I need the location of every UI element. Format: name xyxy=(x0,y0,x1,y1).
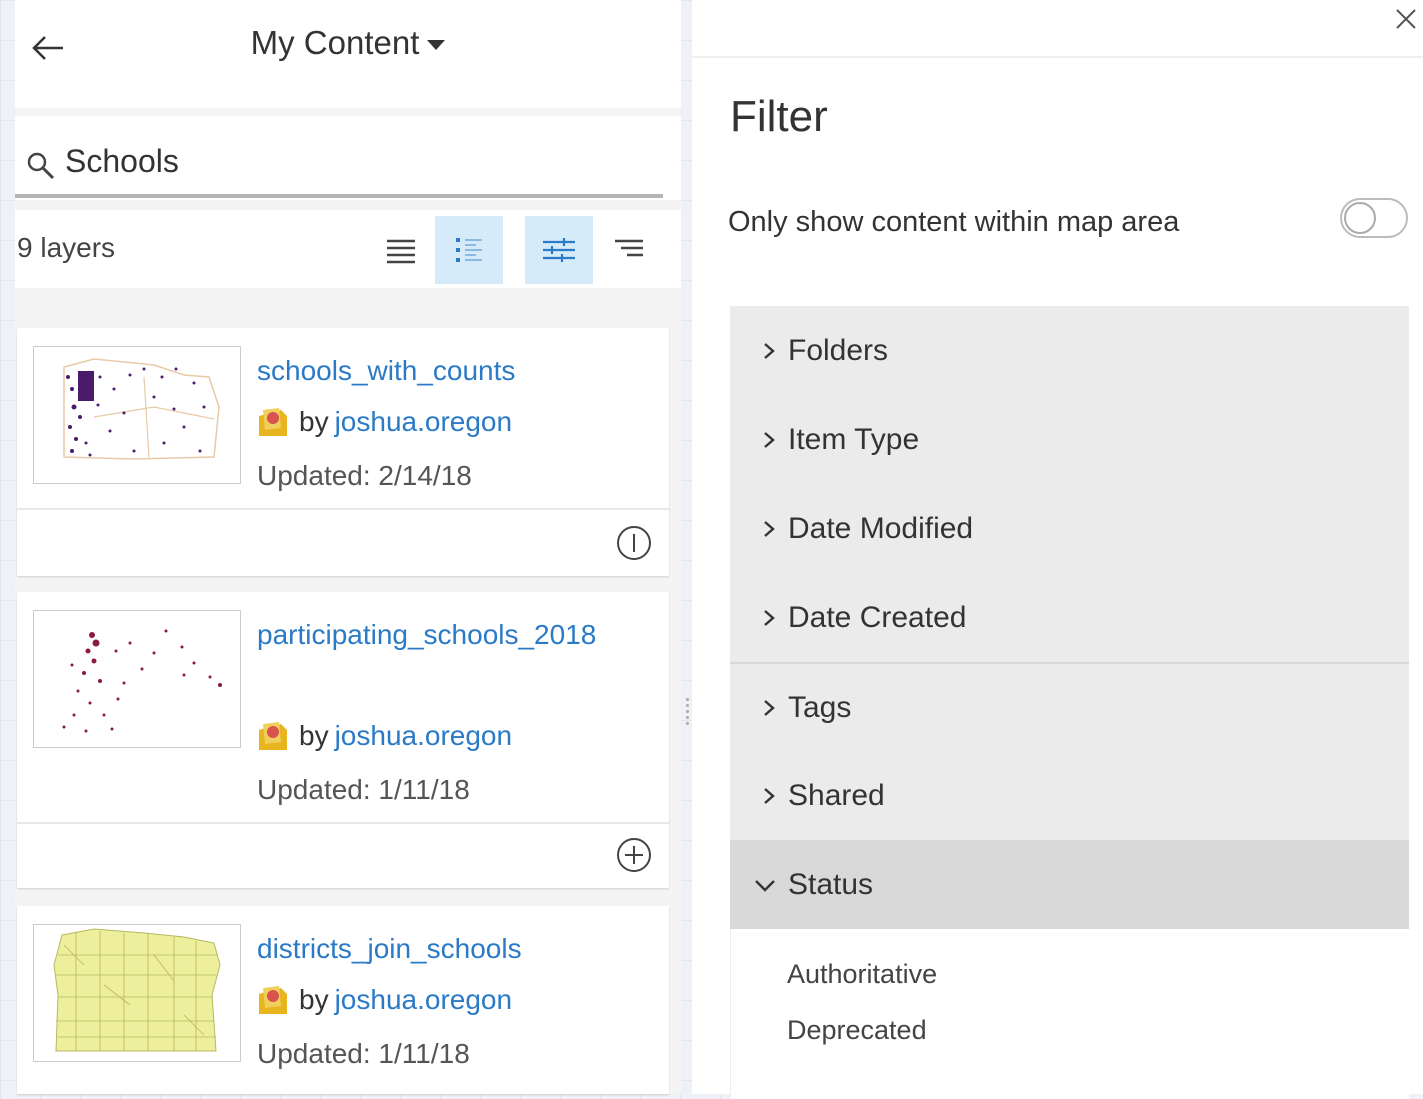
chevron-right-icon xyxy=(764,342,775,359)
search-underline xyxy=(15,194,663,198)
panel-header: My Content xyxy=(15,0,681,108)
owner-link[interactable]: joshua.oregon xyxy=(335,720,512,752)
status-option-authoritative[interactable]: Authoritative xyxy=(787,959,937,990)
item-updated-date: Updated: 1/11/18 xyxy=(257,1038,470,1069)
info-icon xyxy=(617,526,651,560)
chevron-right-icon xyxy=(764,609,775,626)
sort-button[interactable] xyxy=(595,216,663,284)
sliders-icon xyxy=(543,238,575,262)
filter-panel: Filter Only show content within map area… xyxy=(692,0,1423,1099)
bulleted-list-icon xyxy=(456,238,482,262)
filter-panel-topbar xyxy=(692,0,1423,58)
my-content-dropdown[interactable]: My Content xyxy=(15,24,681,62)
chevron-right-icon xyxy=(764,699,775,716)
list-icon xyxy=(387,239,415,264)
filter-section-tags[interactable]: Tags xyxy=(730,662,1409,751)
status-option-deprecated[interactable]: Deprecated xyxy=(787,1015,927,1046)
layer-count: 9 layers xyxy=(17,232,116,263)
toggle-knob xyxy=(1344,202,1376,234)
section-label: Shared xyxy=(788,778,885,812)
section-label: Status xyxy=(788,867,874,901)
card-footer xyxy=(17,508,669,578)
map-area-toggle[interactable] xyxy=(1340,198,1408,238)
filter-title: Filter xyxy=(730,92,828,141)
item-thumbnail-map xyxy=(33,610,241,748)
item-owner: by joshua.oregon xyxy=(257,720,512,752)
oregon-districts-map-image xyxy=(53,928,221,1052)
owner-link[interactable]: joshua.oregon xyxy=(335,984,512,1016)
search-input[interactable] xyxy=(63,138,657,184)
participating-schools-map-image xyxy=(62,629,222,733)
close-button[interactable] xyxy=(1391,4,1421,34)
section-label: Date Created xyxy=(788,600,967,634)
item-thumbnail-map xyxy=(33,346,241,484)
item-updated-date: Updated: 1/11/18 xyxy=(257,774,470,805)
filter-accordion: Folders Item Type Date Modified Date Cre… xyxy=(730,306,1409,1099)
item-thumbnail-map xyxy=(33,924,241,1062)
owner-prefix: by xyxy=(299,406,329,437)
status-options: Authoritative Deprecated xyxy=(730,929,1409,1099)
add-icon xyxy=(617,838,651,872)
feature-layer-icon xyxy=(259,722,287,750)
filter-section-shared[interactable]: Shared xyxy=(730,751,1409,840)
detail-list-button[interactable] xyxy=(435,216,503,284)
compact-list-button[interactable] xyxy=(367,216,435,284)
owner-link[interactable]: joshua.oregon xyxy=(335,406,512,438)
chevron-right-icon xyxy=(764,787,775,804)
list-toolbar: 9 layers xyxy=(15,210,681,288)
card-footer xyxy=(17,822,669,890)
panel-title: My Content xyxy=(250,24,420,61)
my-content-panel: My Content 9 layers xyxy=(15,0,681,1094)
filter-section-folders[interactable]: Folders xyxy=(730,306,1409,395)
filter-section-item-type[interactable]: Item Type xyxy=(730,395,1409,484)
filter-section-date-created[interactable]: Date Created xyxy=(730,573,1409,662)
panel-resize-handle[interactable] xyxy=(683,695,691,737)
filter-section-date-modified[interactable]: Date Modified xyxy=(730,484,1409,573)
item-title-link[interactable]: schools_with_counts xyxy=(257,348,637,394)
item-title-link[interactable]: districts_join_schools xyxy=(257,926,637,972)
content-item-card[interactable]: schools_with_counts by joshua.oregon Upd… xyxy=(17,328,669,576)
content-item-card[interactable]: districts_join_schools by joshua.oregon … xyxy=(17,906,669,1094)
chevron-right-icon xyxy=(764,520,775,537)
search-bar xyxy=(15,116,681,200)
close-icon xyxy=(1396,9,1416,29)
map-area-toggle-label: Only show content within map area xyxy=(728,206,1180,238)
item-updated-date: Updated: 2/14/18 xyxy=(257,460,472,491)
chevron-right-icon xyxy=(764,431,775,448)
content-item-card[interactable]: participating_schools_2018 by joshua.ore… xyxy=(17,592,669,888)
section-label: Item Type xyxy=(788,422,920,456)
owner-prefix: by xyxy=(299,984,329,1015)
filter-section-status[interactable]: Status xyxy=(730,840,1409,929)
owner-prefix: by xyxy=(299,720,329,751)
chevron-down-icon xyxy=(755,879,775,892)
section-label: Date Modified xyxy=(788,511,974,545)
item-owner: by joshua.oregon xyxy=(257,406,512,438)
item-owner: by joshua.oregon xyxy=(257,984,512,1016)
feature-layer-icon xyxy=(259,408,287,436)
add-to-map-button[interactable] xyxy=(615,836,653,874)
section-label: Folders xyxy=(788,333,889,367)
item-title-link[interactable]: participating_schools_2018 xyxy=(257,612,637,658)
section-label: Tags xyxy=(788,690,852,724)
sort-icon xyxy=(615,239,643,257)
oregon-schools-map-image xyxy=(63,358,220,460)
search-icon xyxy=(27,152,55,180)
item-info-button[interactable] xyxy=(615,524,653,562)
caret-down-icon xyxy=(427,40,446,51)
filter-button[interactable] xyxy=(525,216,593,284)
feature-layer-icon xyxy=(259,986,287,1014)
